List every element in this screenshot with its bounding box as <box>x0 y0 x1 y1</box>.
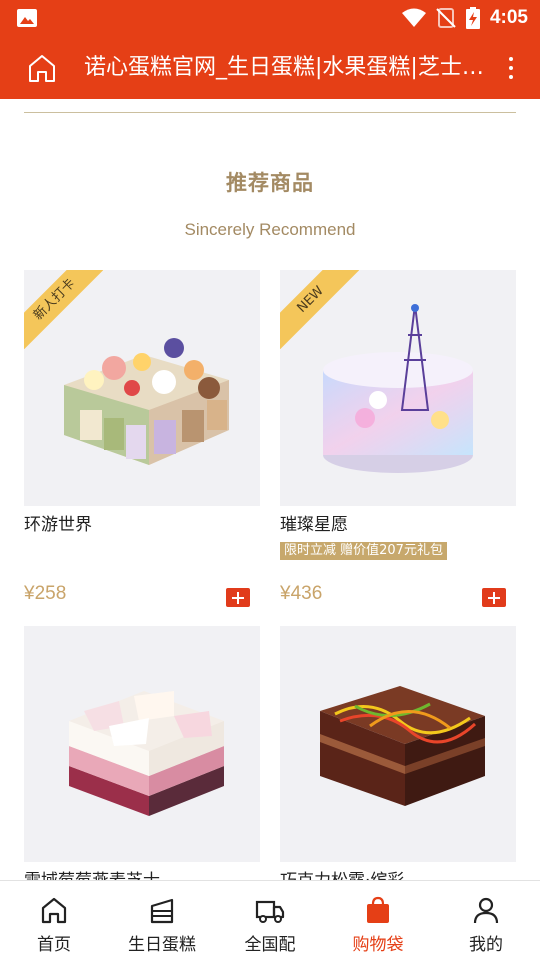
section-subtitle: Sincerely Recommend <box>184 220 356 239</box>
tab-mine[interactable]: 我的 <box>432 881 540 960</box>
shopping-bag-icon <box>367 896 389 923</box>
product-card[interactable]: 雪域莓莓燕麦芝士 <box>24 626 260 880</box>
ribbon-label: 新人打卡 <box>24 270 103 349</box>
divider <box>24 112 516 113</box>
tab-label: 我的 <box>469 935 503 955</box>
cake-icon <box>150 898 174 924</box>
add-to-cart-button[interactable] <box>482 588 506 607</box>
bottom-tab-bar: 首页 生日蛋糕 全国配 购物袋 我的 <box>0 880 540 960</box>
truck-icon <box>255 900 285 923</box>
product-card[interactable]: NEW 璀璨星愿 限时立减 赠价值207元礼包 ¥436 <box>280 270 516 607</box>
ribbon-label: NEW <box>280 270 359 349</box>
section-title: 推荐商品 <box>226 171 314 195</box>
no-signal-icon <box>436 8 456 28</box>
product-name[interactable]: 璀璨星愿 <box>280 514 516 536</box>
user-icon <box>473 897 499 924</box>
tab-nationwide-delivery[interactable]: 全国配 <box>216 881 324 960</box>
tab-home[interactable]: 首页 <box>0 881 108 960</box>
tab-shopping-bag[interactable]: 购物袋 <box>324 881 432 960</box>
product-image[interactable]: NEW <box>280 270 516 506</box>
product-card[interactable]: 新人打卡 环游世界 ¥258 <box>24 270 260 607</box>
tab-birthday-cake[interactable]: 生日蛋糕 <box>108 881 216 960</box>
product-name[interactable]: 环游世界 <box>24 514 260 536</box>
tab-label: 生日蛋糕 <box>128 935 196 955</box>
wifi-icon <box>401 8 426 27</box>
product-card[interactable]: 巧克力松露·缤彩 <box>280 626 516 880</box>
home-icon[interactable] <box>26 52 58 84</box>
product-price: ¥258 <box>24 583 67 604</box>
app-toolbar: 诺心蛋糕官网_生日蛋糕|水果蛋糕|芝士蛋糕|慕斯蛋糕 <box>0 36 540 99</box>
product-name[interactable]: 雪域莓莓燕麦芝士 <box>24 870 260 880</box>
tab-label: 全国配 <box>244 935 296 955</box>
home-icon <box>41 897 67 924</box>
battery-charging-icon <box>465 7 480 29</box>
tab-label: 购物袋 <box>352 935 404 955</box>
main-content[interactable]: 推荐商品 Sincerely Recommend 新人打卡 环游世界 ¥258 … <box>0 99 540 880</box>
page-title: 诺心蛋糕官网_生日蛋糕|水果蛋糕|芝士蛋糕|慕斯蛋糕 <box>84 55 484 80</box>
more-options-icon[interactable] <box>500 53 522 83</box>
image-notification-icon <box>17 9 37 27</box>
product-image[interactable] <box>24 626 260 862</box>
promo-badge: 限时立减 赠价值207元礼包 <box>280 542 447 560</box>
product-image[interactable] <box>280 626 516 862</box>
promo-ribbon: 新人打卡 <box>24 270 103 349</box>
promo-ribbon: NEW <box>280 270 359 349</box>
product-price: ¥436 <box>280 583 323 604</box>
add-to-cart-button[interactable] <box>226 588 250 607</box>
product-name[interactable]: 巧克力松露·缤彩 <box>280 870 516 880</box>
product-image[interactable]: 新人打卡 <box>24 270 260 506</box>
tab-label: 首页 <box>37 935 71 955</box>
system-icons: 4:05 <box>401 6 528 30</box>
clock: 4:05 <box>489 7 528 28</box>
status-bar: 4:05 <box>0 0 540 36</box>
